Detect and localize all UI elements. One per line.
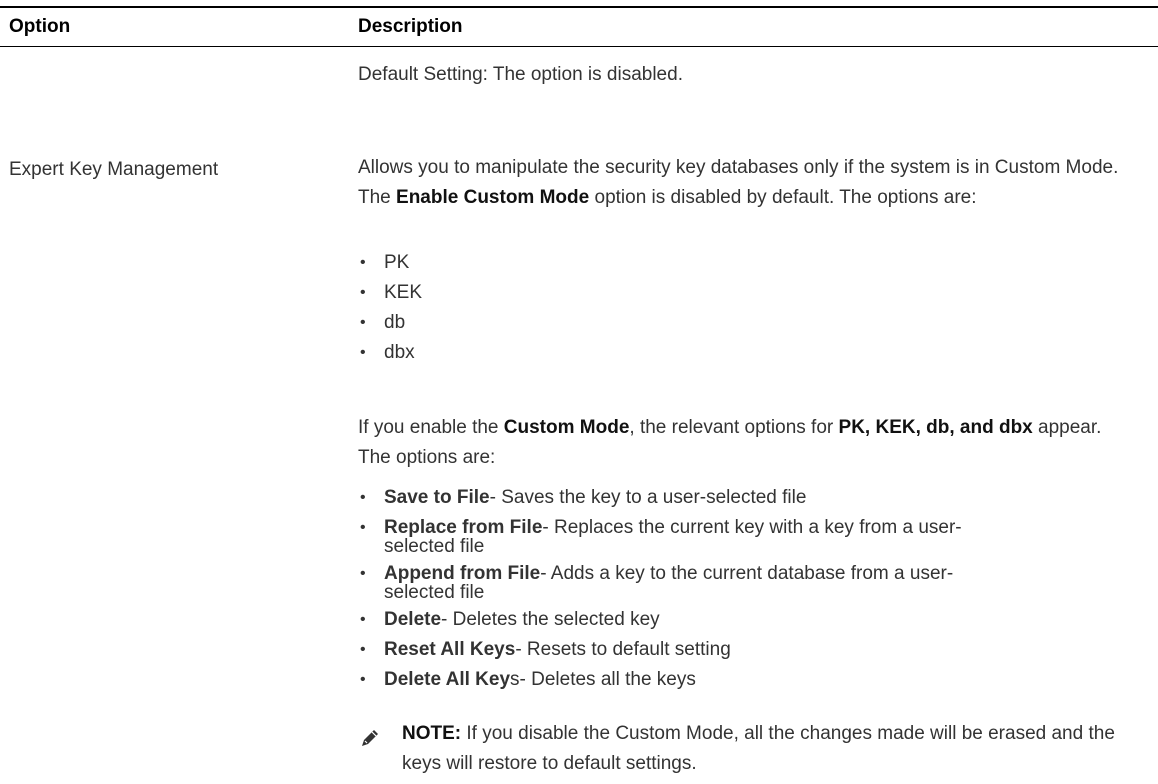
list-item: • PK [360, 252, 410, 273]
para1-bold: Enable Custom Mode [396, 187, 590, 208]
table-top-rule [0, 6, 1158, 8]
note-text: NOTE: If you disable the Custom Mode, al… [402, 723, 1115, 774]
list-item: • Append from File- Adds a key to the cur… [360, 563, 954, 603]
custom-mode-paragraph: If you enable the Custom Mode, the relev… [358, 417, 1102, 468]
list-item: • dbx [360, 342, 415, 363]
header-option: Option [9, 16, 71, 37]
para1-suffix: option is disabled by default. The optio… [589, 187, 977, 208]
default-setting-text: Default Setting: The option is disabled. [358, 64, 683, 85]
header-description: Description [358, 16, 463, 37]
list-item: • db [360, 312, 406, 333]
list-item: • Save to File- Saves the key to a user-s… [360, 487, 807, 508]
list-item: • Replace from File- Replaces the current… [360, 517, 962, 557]
table-header-rule [0, 46, 1158, 47]
list-item: • Delete- Deletes the selected key [360, 609, 660, 630]
list-item: • Delete All Keys- Deletes all the keys [360, 669, 696, 690]
description-paragraph: Allows you to manipulate the security ke… [358, 153, 1138, 213]
list-item: • KEK [360, 282, 423, 303]
list-item: • Reset All Keys- Resets to default setti… [360, 639, 731, 660]
option-name: Expert Key Management [9, 159, 219, 180]
key-database-list: • PK • KEK • db • dbx [358, 248, 422, 368]
pencil-icon [362, 730, 378, 746]
custom-mode-actions-list: • Save to File- Saves the key to a user-s… [358, 487, 1138, 699]
